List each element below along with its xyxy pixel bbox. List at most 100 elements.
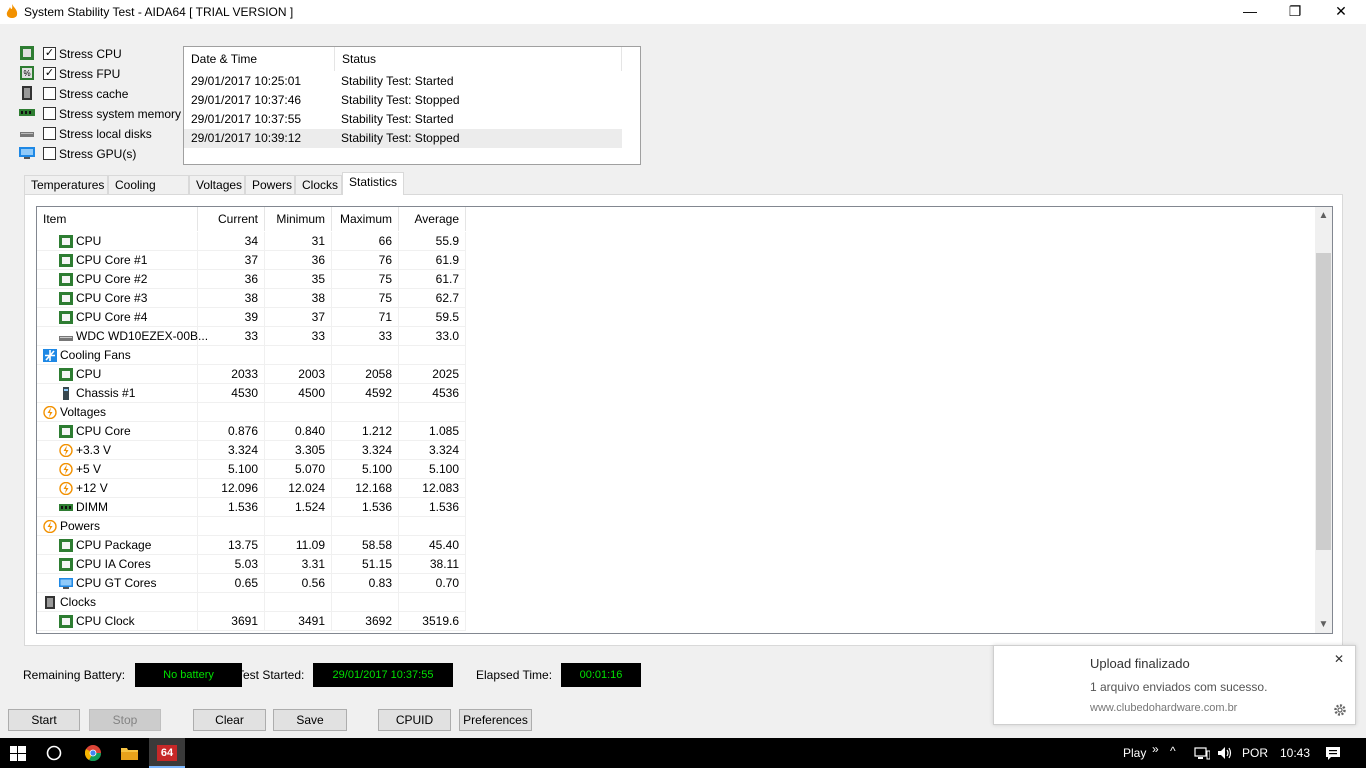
table-row[interactable]: CPU 2033 2003 2058 2025 xyxy=(37,365,1315,384)
stress-system-memory-option[interactable]: Stress system memory xyxy=(18,104,183,124)
col-item[interactable]: Item xyxy=(37,207,198,231)
row-item: Chassis #1 xyxy=(76,386,136,400)
vertical-scrollbar[interactable]: ▲ ▼ xyxy=(1315,207,1332,633)
table-row[interactable]: +3.3 V 3.324 3.305 3.324 3.324 xyxy=(37,441,1315,460)
table-row[interactable]: CPU Core #2 36 35 75 61.7 xyxy=(37,270,1315,289)
scroll-down-icon[interactable]: ▼ xyxy=(1315,616,1332,633)
table-row[interactable]: +12 V 12.096 12.024 12.168 12.083 xyxy=(37,479,1315,498)
taskbar-aida64[interactable]: 64 xyxy=(149,738,185,768)
group-row[interactable]: Clocks xyxy=(37,593,1315,612)
table-row[interactable]: Chassis #1 4530 4500 4592 4536 xyxy=(37,384,1315,403)
cpuid-button[interactable]: CPUID xyxy=(378,709,451,731)
row-minimum: 3.31 xyxy=(265,555,332,574)
row-average: 38.11 xyxy=(399,555,466,574)
tray-play-label[interactable]: Play xyxy=(1123,746,1146,760)
scrollbar-thumb[interactable] xyxy=(1316,253,1331,550)
tab-statistics[interactable]: Statistics xyxy=(342,172,404,195)
statistics-grid[interactable]: Item Current Minimum Maximum Average CPU… xyxy=(36,206,1333,634)
row-current: 39 xyxy=(198,308,265,327)
stress-local-disks-checkbox[interactable] xyxy=(43,127,56,140)
event-log[interactable]: Date & Time Status 29/01/2017 10:25:01 St… xyxy=(183,46,641,165)
table-row[interactable]: WDC WD10EZEX-00B... 33 33 33 33.0 xyxy=(37,327,1315,346)
tab-clocks[interactable]: Clocks xyxy=(295,175,342,195)
table-row[interactable]: CPU Core 0.876 0.840 1.212 1.085 xyxy=(37,422,1315,441)
tray-show-hidden-icon[interactable]: ^ xyxy=(1170,744,1176,758)
stress-cache-checkbox[interactable] xyxy=(43,87,56,100)
stress-cpu-checkbox[interactable]: ✓ xyxy=(43,47,56,60)
chrome-icon[interactable] xyxy=(85,745,101,761)
minimize-button[interactable]: — xyxy=(1227,0,1273,24)
stress-gpus-checkbox[interactable] xyxy=(43,147,56,160)
table-row[interactable]: CPU GT Cores 0.65 0.56 0.83 0.70 xyxy=(37,574,1315,593)
stress-system-memory-checkbox[interactable] xyxy=(43,107,56,120)
toast-close-icon[interactable]: ✕ xyxy=(1334,652,1344,666)
log-header-status[interactable]: Status xyxy=(335,47,622,71)
col-average[interactable]: Average xyxy=(399,207,466,231)
gear-icon[interactable] xyxy=(1333,703,1347,717)
save-button[interactable]: Save xyxy=(273,709,347,731)
action-center-icon[interactable] xyxy=(1325,746,1341,761)
tray-clock[interactable]: 10:43 xyxy=(1280,746,1310,760)
stress-cpu-label[interactable]: Stress CPU xyxy=(59,47,122,61)
network-icon[interactable] xyxy=(1194,747,1210,760)
volume-icon[interactable] xyxy=(1217,746,1233,760)
maximize-button[interactable]: ❐ xyxy=(1272,0,1318,24)
stress-cache-option[interactable]: Stress cache xyxy=(18,84,183,104)
stop-button[interactable]: Stop xyxy=(89,709,161,731)
table-row[interactable]: CPU Core #3 38 38 75 62.7 xyxy=(37,289,1315,308)
stress-fpu-option[interactable]: % ✓ Stress FPU xyxy=(18,64,183,84)
table-row[interactable]: CPU Core #4 39 37 71 59.5 xyxy=(37,308,1315,327)
stress-system-memory-label[interactable]: Stress system memory xyxy=(59,107,181,121)
table-row[interactable]: DIMM 1.536 1.524 1.536 1.536 xyxy=(37,498,1315,517)
table-row[interactable]: CPU Package 13.75 11.09 58.58 45.40 xyxy=(37,536,1315,555)
log-row[interactable]: 29/01/2017 10:25:01 Stability Test: Start… xyxy=(184,72,622,91)
memory-icon xyxy=(19,109,35,116)
title-bar[interactable]: System Stability Test - AIDA64 [ TRIAL V… xyxy=(0,0,1366,24)
col-maximum[interactable]: Maximum xyxy=(332,207,399,231)
group-row[interactable]: Cooling Fans xyxy=(37,346,1315,365)
start-button[interactable]: Start xyxy=(8,709,80,731)
log-row[interactable]: 29/01/2017 10:37:46 Stability Test: Stopp… xyxy=(184,91,622,110)
clear-button[interactable]: Clear xyxy=(193,709,266,731)
group-row[interactable]: Powers xyxy=(37,517,1315,536)
tab-cooling-fans[interactable]: Cooling Fans xyxy=(108,175,189,210)
table-row[interactable]: +5 V 5.100 5.070 5.100 5.100 xyxy=(37,460,1315,479)
stress-gpus-option[interactable]: Stress GPU(s) xyxy=(18,144,183,164)
group-row[interactable]: Voltages xyxy=(37,403,1315,422)
row-minimum: 33 xyxy=(265,327,332,346)
table-row[interactable]: CPU IA Cores 5.03 3.31 51.15 38.11 xyxy=(37,555,1315,574)
log-row[interactable]: 29/01/2017 10:39:12 Stability Test: Stopp… xyxy=(184,129,622,148)
search-icon[interactable] xyxy=(46,745,62,761)
tray-language[interactable]: POR xyxy=(1242,746,1268,760)
log-status: Stability Test: Started xyxy=(341,74,454,88)
row-maximum: 58.58 xyxy=(332,536,399,555)
windows-start-icon[interactable] xyxy=(10,746,26,761)
chip-icon xyxy=(59,425,73,438)
upload-notification[interactable]: Upload finalizado 1 arquivo enviados com… xyxy=(993,645,1356,725)
table-row[interactable]: CPU 34 31 66 55.9 xyxy=(37,232,1315,251)
tab-powers[interactable]: Powers xyxy=(245,175,295,195)
row-average xyxy=(399,346,466,365)
stress-fpu-checkbox[interactable]: ✓ xyxy=(43,67,56,80)
log-row[interactable]: 29/01/2017 10:37:55 Stability Test: Start… xyxy=(184,110,622,129)
scroll-up-icon[interactable]: ▲ xyxy=(1315,207,1332,224)
log-header-time[interactable]: Date & Time xyxy=(184,47,335,71)
stress-cache-label[interactable]: Stress cache xyxy=(59,87,128,101)
stress-local-disks-option[interactable]: Stress local disks xyxy=(18,124,183,144)
col-current[interactable]: Current xyxy=(198,207,265,231)
tray-chevron-icon[interactable]: » xyxy=(1152,742,1159,756)
tab-temperatures[interactable]: Temperatures xyxy=(24,175,108,195)
preferences-button[interactable]: Preferences xyxy=(459,709,532,731)
table-row[interactable]: CPU Core #1 37 36 76 61.9 xyxy=(37,251,1315,270)
tab-voltages[interactable]: Voltages xyxy=(189,175,245,195)
row-current: 36 xyxy=(198,270,265,289)
close-button[interactable]: ✕ xyxy=(1318,0,1364,24)
stress-gpus-label[interactable]: Stress GPU(s) xyxy=(59,147,136,161)
table-row[interactable]: CPU Clock 3691 3491 3692 3519.6 xyxy=(37,612,1315,631)
stress-fpu-label[interactable]: Stress FPU xyxy=(59,67,120,81)
col-minimum[interactable]: Minimum xyxy=(265,207,332,231)
row-current: 0.65 xyxy=(198,574,265,593)
stress-cpu-option[interactable]: ✓ Stress CPU xyxy=(18,44,183,64)
stress-local-disks-label[interactable]: Stress local disks xyxy=(59,127,152,141)
file-explorer-icon[interactable] xyxy=(121,746,138,760)
